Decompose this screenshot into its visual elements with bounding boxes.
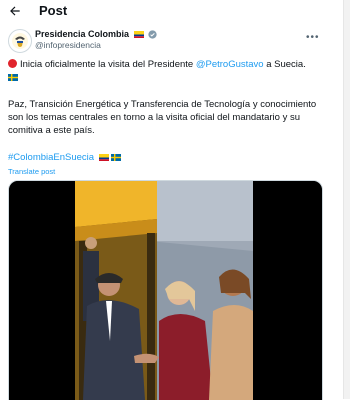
red-circle-icon <box>8 59 17 68</box>
verified-badge-icon <box>148 30 157 39</box>
page-title: Post <box>39 3 68 18</box>
display-name[interactable]: Presidencia Colombia <box>35 29 157 39</box>
arrow-left-icon[interactable] <box>8 4 22 18</box>
tweet-hashtag-line: #ColombiaEnSuecia <box>8 151 333 164</box>
more-horizontal-icon[interactable]: ••• <box>306 32 320 43</box>
colombia-flag-icon <box>98 153 109 161</box>
sweden-flag-icon <box>111 153 122 161</box>
tweet-line-1: Inicia oficialmente la visita del Presid… <box>8 58 333 84</box>
handle[interactable]: @infopresidencia <box>35 40 101 50</box>
translate-post-link[interactable]: Translate post <box>8 167 55 176</box>
mention-link[interactable]: @PetroGustavo <box>196 59 264 70</box>
colombia-flag-icon <box>133 31 144 39</box>
scrollbar[interactable] <box>343 0 350 399</box>
coat-of-arms-icon <box>12 33 28 49</box>
top-bar: Post <box>0 0 340 24</box>
video-frame <box>9 181 322 400</box>
sweden-flag-icon <box>8 73 18 81</box>
avatar[interactable] <box>8 29 32 53</box>
tweet-paragraph: Paz, Transición Energética y Transferenc… <box>8 99 317 136</box>
tweet-video[interactable] <box>8 180 323 400</box>
hashtag-link[interactable]: #ColombiaEnSuecia <box>8 152 94 163</box>
